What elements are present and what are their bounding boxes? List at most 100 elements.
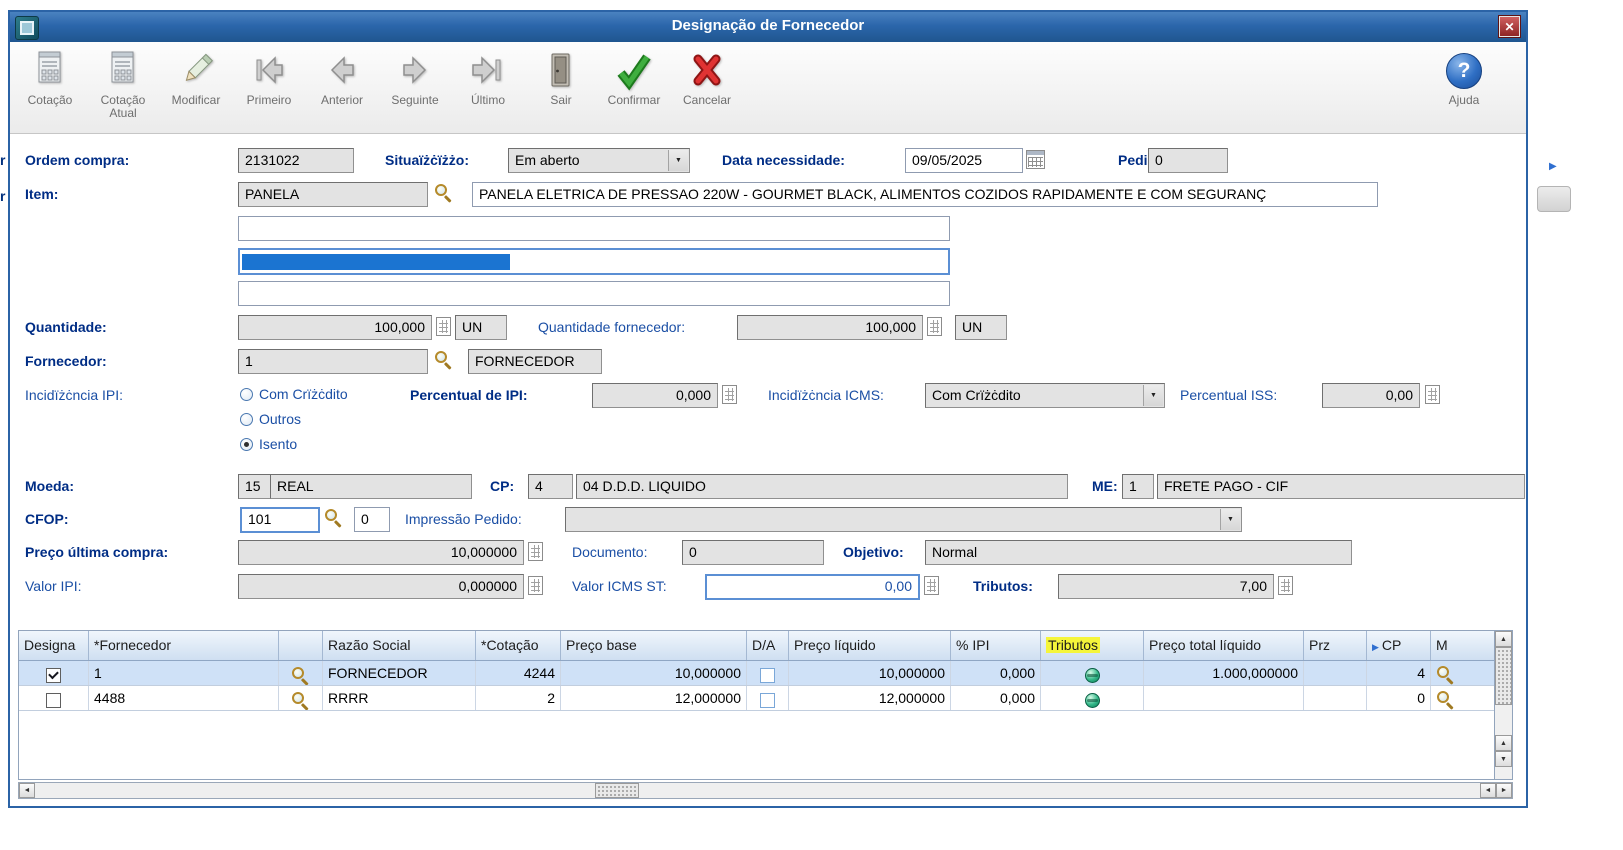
cell-preco-base[interactable]: 12,000000 bbox=[561, 686, 747, 710]
scroll-left-button[interactable]: ◄ bbox=[1480, 783, 1496, 798]
confirmar-button[interactable]: Confirmar bbox=[602, 47, 666, 107]
grid-row[interactable]: 1 FORNECEDOR 4244 10,000000 10,000000 0,… bbox=[19, 661, 1494, 686]
percentual-iss-input[interactable]: 0,00 bbox=[1322, 383, 1420, 408]
situacao-dropdown[interactable]: Em aberto ▼ bbox=[508, 148, 690, 173]
fornecedor-nome-input[interactable]: FORNECEDOR bbox=[468, 349, 602, 374]
col-header-cp[interactable]: ▶ CP bbox=[1367, 631, 1431, 660]
col-header-m[interactable]: M bbox=[1431, 631, 1494, 660]
horizontal-scrollbar-track[interactable] bbox=[35, 783, 1480, 798]
cell-preco-total-liquido[interactable] bbox=[1144, 686, 1304, 710]
quantidade-input[interactable]: 100,000 bbox=[238, 315, 432, 340]
cell-preco-total-liquido[interactable]: 1.000,000000 bbox=[1144, 661, 1304, 685]
cell-preco-liquido[interactable]: 10,000000 bbox=[789, 661, 951, 685]
cell-perc-ipi[interactable]: 0,000 bbox=[951, 661, 1041, 685]
horizontal-scrollbar-thumb[interactable] bbox=[595, 783, 639, 798]
quantidade-fornecedor-input[interactable]: 100,000 bbox=[737, 315, 923, 340]
impressao-pedido-dropdown[interactable]: ▼ bbox=[565, 507, 1242, 532]
col-header-tributos[interactable]: Tributos bbox=[1041, 631, 1144, 660]
documento-input[interactable]: 0 bbox=[682, 540, 824, 565]
radio-com-credito[interactable]: Com Crïżċdito bbox=[240, 386, 348, 402]
grid-vertical-scrollbar[interactable]: ▲ ▲ ▼ bbox=[1494, 631, 1512, 779]
scroll-left-button[interactable]: ◄ bbox=[19, 783, 35, 798]
col-header-lookup[interactable] bbox=[279, 631, 323, 660]
scroll-right-button[interactable]: ► bbox=[1496, 783, 1512, 798]
scroll-down-button[interactable]: ▼ bbox=[1495, 751, 1512, 767]
cell-prz[interactable] bbox=[1304, 661, 1367, 685]
col-header-razao-social[interactable]: Razão Social bbox=[323, 631, 476, 660]
modificar-button[interactable]: Modificar bbox=[164, 47, 228, 107]
calendar-icon[interactable] bbox=[1026, 150, 1045, 169]
descricao-linha-3[interactable] bbox=[238, 281, 950, 306]
sair-button[interactable]: Sair bbox=[529, 47, 593, 107]
pedido-input[interactable]: 0 bbox=[1148, 148, 1228, 173]
row-search-icon[interactable] bbox=[1436, 665, 1455, 684]
da-checkbox[interactable] bbox=[760, 692, 775, 708]
ordem-compra-input[interactable]: 2131022 bbox=[238, 148, 354, 173]
anterior-button[interactable]: Anterior bbox=[310, 47, 374, 107]
preco-ultima-compra-input[interactable]: 10,000000 bbox=[238, 540, 524, 565]
grid-row[interactable]: 4488 RRRR 2 12,000000 12,000000 0,000 0 bbox=[19, 686, 1494, 711]
cfop-search-icon[interactable] bbox=[324, 508, 343, 527]
quantidade-fornecedor-un-input[interactable]: UN bbox=[955, 315, 1007, 340]
da-checkbox[interactable] bbox=[760, 667, 775, 683]
dropdown-arrow-icon[interactable]: ▼ bbox=[1143, 385, 1163, 406]
col-header-perc-ipi[interactable]: % IPI bbox=[951, 631, 1041, 660]
col-header-designa[interactable]: Designa bbox=[19, 631, 89, 660]
calculator-icon[interactable] bbox=[1425, 385, 1440, 404]
moeda-nome-input[interactable]: REAL bbox=[270, 474, 472, 499]
cell-fornecedor[interactable]: 4488 bbox=[89, 686, 279, 710]
cfop-extra-input[interactable]: 0 bbox=[354, 507, 390, 532]
cancelar-button[interactable]: Cancelar bbox=[675, 47, 739, 107]
descricao-linha-2[interactable] bbox=[238, 248, 950, 275]
quantidade-un-input[interactable]: UN bbox=[455, 315, 507, 340]
primeiro-button[interactable]: Primeiro bbox=[237, 47, 301, 107]
calculator-icon[interactable] bbox=[528, 576, 543, 595]
calculator-icon[interactable] bbox=[924, 576, 939, 595]
vertical-scrollbar-track[interactable] bbox=[1495, 705, 1512, 735]
descricao-linha-1[interactable] bbox=[238, 216, 950, 241]
valor-icms-st-input[interactable]: 0,00 bbox=[705, 574, 920, 600]
dropdown-arrow-icon[interactable]: ▼ bbox=[1220, 509, 1240, 530]
calculator-icon[interactable] bbox=[722, 385, 737, 404]
cell-preco-base[interactable]: 10,000000 bbox=[561, 661, 747, 685]
seguinte-button[interactable]: Seguinte bbox=[383, 47, 447, 107]
col-header-cotacao[interactable]: *Cotação bbox=[476, 631, 561, 660]
valor-ipi-input[interactable]: 0,000000 bbox=[238, 574, 524, 599]
cell-razao-social[interactable]: FORNECEDOR bbox=[323, 661, 476, 685]
item-search-icon[interactable] bbox=[434, 183, 453, 202]
percentual-ipi-input[interactable]: 0,000 bbox=[592, 383, 718, 408]
cp-codigo-input[interactable]: 4 bbox=[528, 474, 573, 499]
calculator-icon[interactable] bbox=[1278, 576, 1293, 595]
designa-checkbox-checked[interactable] bbox=[46, 667, 61, 683]
dropdown-arrow-icon[interactable]: ▼ bbox=[668, 150, 688, 171]
ajuda-button[interactable]: ? Ajuda bbox=[1432, 47, 1496, 107]
row-search-icon[interactable] bbox=[1436, 690, 1455, 709]
cotacao-button[interactable]: Cotação bbox=[18, 47, 82, 107]
cell-preco-liquido[interactable]: 12,000000 bbox=[789, 686, 951, 710]
cell-cotacao[interactable]: 4244 bbox=[476, 661, 561, 685]
data-necessidade-input[interactable]: 09/05/2025 bbox=[905, 148, 1023, 173]
cell-cotacao[interactable]: 2 bbox=[476, 686, 561, 710]
cotacao-atual-button[interactable]: Cotação Atual bbox=[91, 47, 155, 120]
item-descricao-input[interactable]: PANELA ELETRICA DE PRESSAO 220W - GOURME… bbox=[472, 182, 1378, 207]
cell-cp[interactable]: 4 bbox=[1367, 661, 1431, 685]
calculator-icon[interactable] bbox=[436, 317, 451, 336]
cell-prz[interactable] bbox=[1304, 686, 1367, 710]
scroll-up-button[interactable]: ▲ bbox=[1495, 735, 1512, 751]
scroll-up-button[interactable]: ▲ bbox=[1495, 631, 1512, 647]
vertical-scrollbar-track[interactable] bbox=[1495, 767, 1512, 779]
cell-cp[interactable]: 0 bbox=[1367, 686, 1431, 710]
title-bar[interactable]: Designação de Fornecedor ✕ bbox=[10, 12, 1526, 42]
calculator-icon[interactable] bbox=[528, 542, 543, 561]
radio-isento[interactable]: Isento bbox=[240, 436, 297, 452]
row-search-icon[interactable] bbox=[291, 691, 310, 710]
ultimo-button[interactable]: Último bbox=[456, 47, 520, 107]
calculator-icon[interactable] bbox=[927, 317, 942, 336]
vertical-scrollbar-thumb[interactable] bbox=[1495, 647, 1512, 705]
item-input[interactable]: PANELA bbox=[238, 182, 428, 207]
cfop-input[interactable]: 101 bbox=[240, 507, 320, 533]
moeda-codigo-input[interactable]: 15 bbox=[238, 474, 271, 499]
col-header-preco-liquido[interactable]: Preço líquido bbox=[789, 631, 951, 660]
me-codigo-input[interactable]: 1 bbox=[1122, 474, 1154, 499]
close-button[interactable]: ✕ bbox=[1498, 15, 1521, 38]
